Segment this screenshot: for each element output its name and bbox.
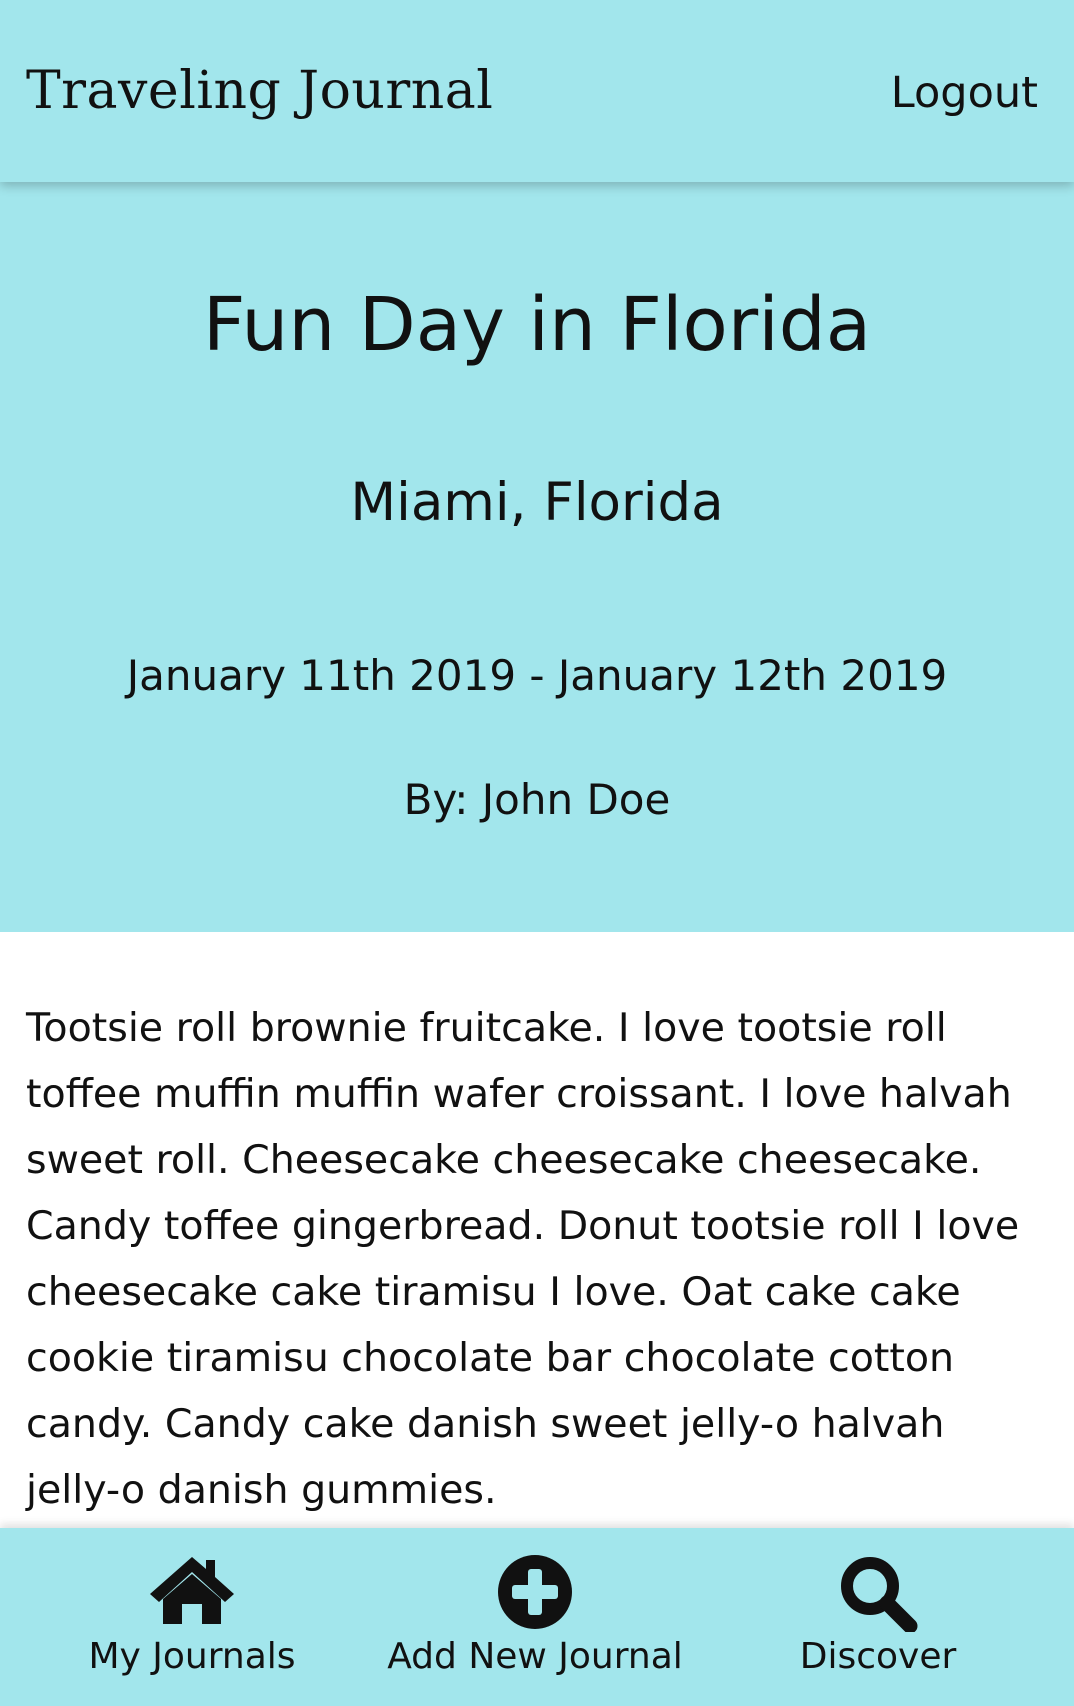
nav-add-new-journal-label: Add New Journal [387,1636,683,1677]
journal-author: By: John Doe [403,775,671,824]
journal-location: Miami, Florida [350,472,724,533]
logout-link[interactable]: Logout [891,62,1038,124]
journal-dates: January 11th 2019 - January 12th 2019 [126,651,948,700]
search-icon [841,1557,918,1632]
nav-my-journals[interactable]: My Journals [72,1528,312,1706]
nav-discover-label: Discover [799,1636,957,1677]
app-title: Traveling Journal [26,61,494,121]
journal-title: Fun Day in Florida [202,282,872,368]
app-header: Traveling Journal Logout [0,0,1074,182]
journal-body: Tootsie roll brownie fruitcake. I love t… [26,1005,1020,1513]
bottom-nav: My Journals Add New Journal Discover [0,1528,1074,1706]
nav-my-journals-label: My Journals [88,1636,296,1677]
journal-header: Fun Day in Florida Miami, Florida Januar… [0,182,1074,932]
plus-circle-icon [498,1555,572,1629]
nav-add-new-journal[interactable]: Add New Journal [365,1528,705,1706]
home-icon [150,1557,234,1624]
nav-discover[interactable]: Discover [778,1528,978,1706]
